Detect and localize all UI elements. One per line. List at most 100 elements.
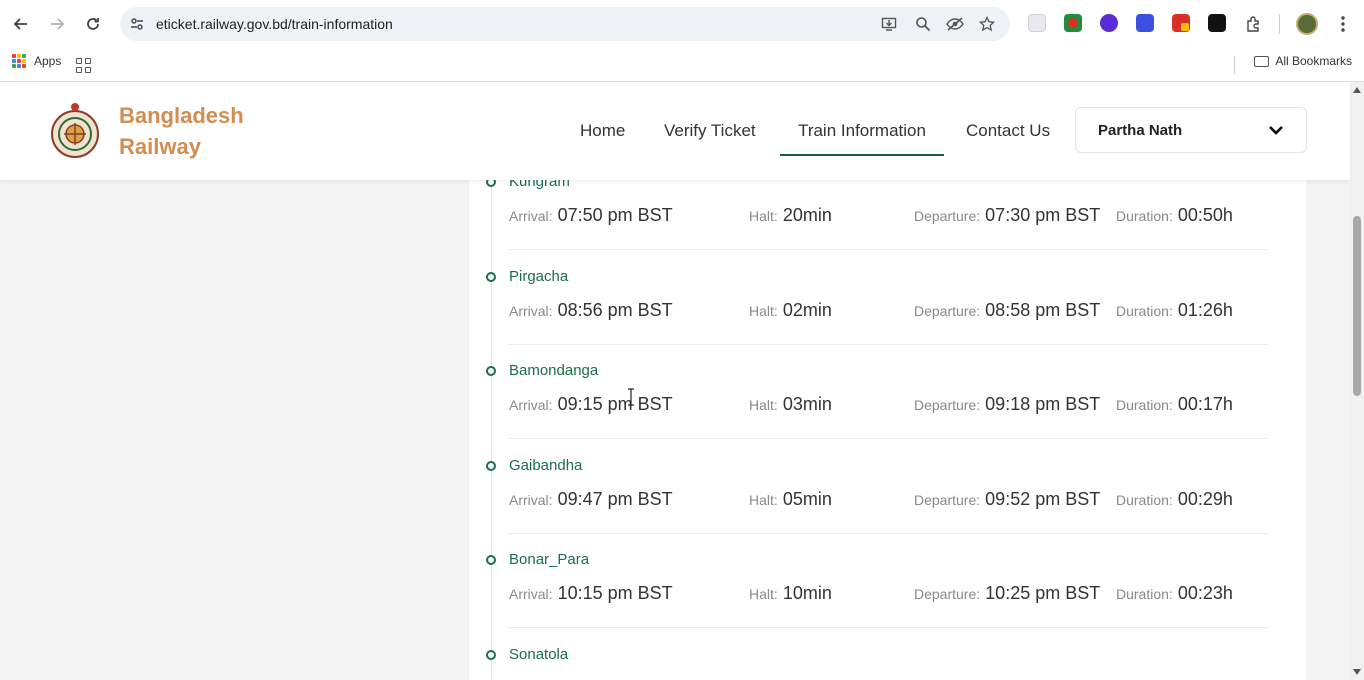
duration-label: Duration: [1116, 586, 1173, 602]
arrival-label: Arrival: [509, 397, 553, 413]
stop-divider [509, 627, 1267, 628]
toolbar-divider [1279, 14, 1280, 34]
halt-label: Halt: [749, 492, 778, 508]
departure-value: 08:58 pm BST [985, 300, 1101, 320]
scroll-up-icon[interactable] [1353, 87, 1361, 93]
halt-label: Halt: [749, 303, 778, 319]
all-bookmarks-button[interactable]: All Bookmarks [1254, 54, 1352, 68]
halt-info: Halt: 02min [749, 300, 832, 321]
duration-label: Duration: [1116, 397, 1173, 413]
text-cursor-icon [628, 388, 634, 406]
extension-2-icon[interactable] [1064, 14, 1082, 32]
halt-info: Halt: 20min [749, 205, 832, 226]
departure-value: 09:18 pm BST [985, 394, 1101, 414]
url-text[interactable]: eticket.railway.gov.bd/train-information [156, 16, 393, 32]
arrival-info: Arrival: 09:47 pm BST [509, 489, 673, 510]
apps-bookmark[interactable]: Apps [12, 54, 61, 68]
chevron-down-icon [1269, 126, 1283, 135]
duration-value: 00:17h [1177, 394, 1233, 414]
duration-value: 00:50h [1177, 205, 1233, 225]
train-route-card [469, 180, 1306, 680]
stop-name: Bonar_Para [509, 551, 590, 568]
extension-3-icon[interactable] [1100, 14, 1118, 32]
nav-verify-ticket[interactable]: Verify Ticket [664, 82, 756, 180]
forward-icon[interactable] [45, 12, 69, 36]
departure-info: Departure: 07:30 pm BST [914, 205, 1100, 226]
user-dropdown[interactable]: Partha Nath [1075, 107, 1307, 153]
duration-value: 00:23h [1177, 583, 1233, 603]
bookmark-star-icon[interactable] [978, 15, 996, 33]
extension-6-icon[interactable] [1208, 14, 1226, 32]
extension-5-icon[interactable] [1172, 14, 1190, 32]
departure-label: Departure: [914, 492, 981, 508]
duration-info: Duration: 00:50h [1116, 205, 1233, 226]
eye-off-icon[interactable] [946, 15, 964, 33]
bangladesh-railway-logo[interactable] [50, 100, 100, 164]
extension-4-icon[interactable] [1136, 14, 1154, 32]
stop-dot-icon [486, 272, 496, 282]
duration-label: Duration: [1116, 208, 1173, 224]
stop-divider [509, 533, 1267, 534]
halt-value: 03min [782, 394, 832, 414]
extension-1-icon[interactable] [1028, 14, 1046, 32]
profile-avatar[interactable] [1296, 13, 1318, 35]
scrollbar-thumb[interactable] [1353, 216, 1361, 396]
stop-name: Pirgacha [509, 268, 569, 285]
install-app-icon[interactable] [880, 15, 898, 33]
departure-info: Departure: 08:58 pm BST [914, 300, 1100, 321]
arrival-info: Arrival: 08:56 pm BST [509, 300, 673, 321]
brand-name[interactable]: Bangladesh Railway [119, 100, 244, 162]
stop-divider [509, 344, 1267, 345]
departure-info: Departure: 09:52 pm BST [914, 489, 1100, 510]
halt-label: Halt: [749, 586, 778, 602]
apps-label: Apps [34, 54, 62, 68]
user-name: Partha Nath [1098, 122, 1183, 139]
nav-train-information-label: Train Information [798, 121, 926, 140]
nav-train-information[interactable]: Train Information [780, 82, 944, 180]
halt-value: 20min [782, 205, 832, 225]
site-info-icon[interactable] [128, 15, 146, 33]
departure-value: 10:25 pm BST [985, 583, 1101, 603]
back-icon[interactable] [9, 12, 33, 36]
arrival-label: Arrival: [509, 303, 553, 319]
arrival-info: Arrival: 09:15 pm BST [509, 394, 673, 415]
all-bookmarks-label: All Bookmarks [1275, 54, 1352, 68]
arrival-info: Arrival: 10:15 pm BST [509, 583, 673, 604]
stop-divider [509, 438, 1267, 439]
site-header: Bangladesh Railway Home Verify Ticket Tr… [0, 82, 1350, 180]
arrival-value: 07:50 pm BST [557, 205, 673, 225]
duration-info: Duration: 01:26h [1116, 300, 1233, 321]
stop-name: Gaibandha [509, 457, 583, 474]
arrival-label: Arrival: [509, 208, 553, 224]
departure-label: Departure: [914, 303, 981, 319]
arrival-value: 09:47 pm BST [557, 489, 673, 509]
halt-info: Halt: 03min [749, 394, 832, 415]
stop-dot-icon [486, 650, 496, 660]
stop-name: Sonatola [509, 646, 569, 663]
stop-dot-icon [486, 461, 496, 471]
scroll-down-icon[interactable] [1353, 669, 1361, 675]
address-bar[interactable]: eticket.railway.gov.bd/train-information [120, 7, 1010, 41]
departure-value: 09:52 pm BST [985, 489, 1101, 509]
nav-home[interactable]: Home [580, 82, 625, 180]
halt-info: Halt: 05min [749, 489, 832, 510]
stop-name: Bamondanga [509, 362, 599, 379]
arrival-label: Arrival: [509, 492, 553, 508]
departure-info: Departure: 10:25 pm BST [914, 583, 1100, 604]
nav-contact-us[interactable]: Contact Us [966, 82, 1050, 180]
page-scrollbar[interactable] [1350, 82, 1364, 680]
zoom-icon[interactable] [914, 15, 932, 33]
departure-value: 07:30 pm BST [985, 205, 1101, 225]
tab-groups-icon[interactable] [76, 58, 91, 73]
departure-label: Departure: [914, 586, 981, 602]
extensions-puzzle-icon[interactable] [1242, 12, 1266, 36]
duration-label: Duration: [1116, 303, 1173, 319]
bookmarks-divider [1234, 56, 1235, 74]
browser-menu-icon[interactable] [1331, 12, 1355, 36]
folder-icon [1254, 55, 1270, 67]
stop-dot-icon [486, 366, 496, 376]
reload-icon[interactable] [81, 12, 105, 36]
stop-dot-icon [486, 555, 496, 565]
arrival-value: 10:15 pm BST [557, 583, 673, 603]
duration-label: Duration: [1116, 492, 1173, 508]
